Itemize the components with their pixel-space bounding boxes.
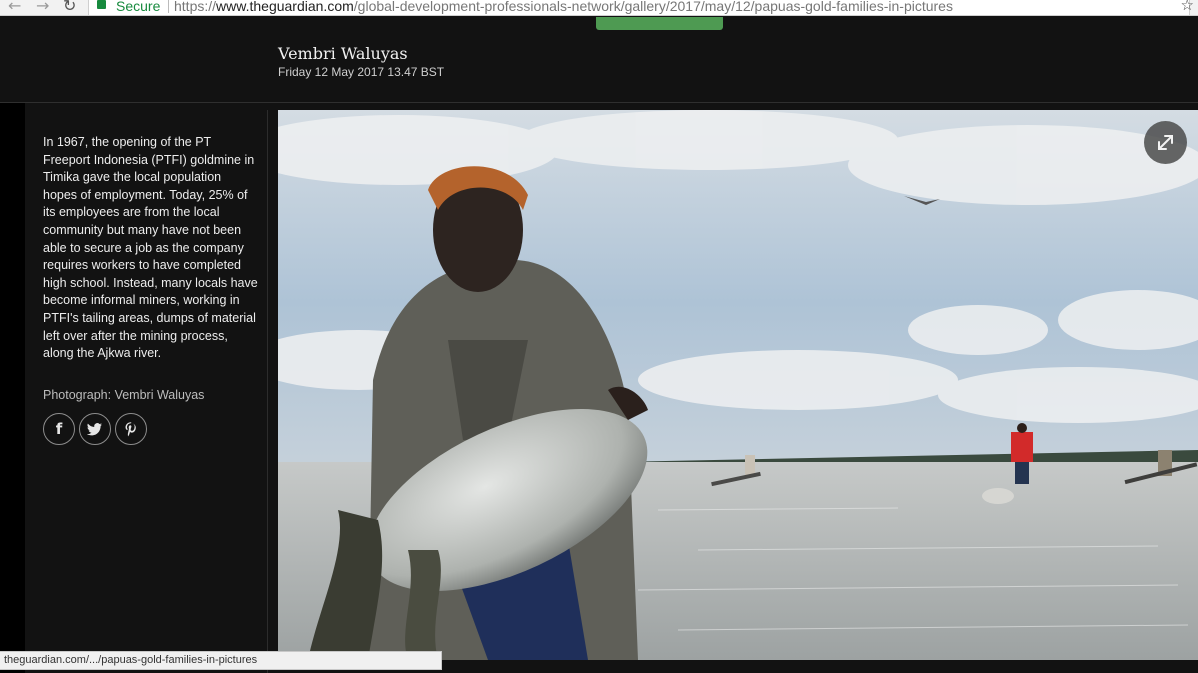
- expand-icon: [1158, 135, 1173, 150]
- expand-button[interactable]: [1144, 121, 1187, 164]
- secure-label: Secure: [116, 0, 161, 14]
- facebook-icon: f: [55, 420, 63, 438]
- omnibox-divider: [168, 0, 169, 13]
- share-facebook-button[interactable]: f: [43, 413, 75, 445]
- author-name: Vembri Waluyas: [278, 44, 408, 63]
- forward-icon[interactable]: →: [36, 0, 49, 15]
- publish-date: Friday 12 May 2017 13.47 BST: [278, 65, 445, 79]
- pinterest-icon: [125, 422, 136, 437]
- bookmark-star-icon[interactable]: ☆: [1181, 0, 1194, 14]
- photo-caption: In 1967, the opening of the PT Freeport …: [43, 135, 258, 361]
- gallery-photo[interactable]: [278, 110, 1198, 660]
- address-bar[interactable]: Secure https://www.theguardian.com/globa…: [88, 0, 1190, 15]
- url-scheme: https://: [174, 0, 217, 14]
- photo-illustration: [278, 110, 1198, 660]
- url-text[interactable]: https://www.theguardian.com/global-devel…: [174, 0, 953, 15]
- gallery-header: Vembri Waluyas Friday 12 May 2017 13.47 …: [0, 17, 1198, 103]
- photo-credit: Photograph: Vembri Waluyas: [43, 388, 205, 402]
- share-twitter-button[interactable]: [79, 413, 111, 445]
- back-icon[interactable]: ←: [8, 0, 21, 15]
- browser-toolbar: ← → ↻ Secure https://www.theguardian.com…: [0, 0, 1198, 16]
- url-domain: www.theguardian.com: [216, 0, 354, 14]
- left-gutter: [0, 103, 25, 673]
- reload-icon[interactable]: ↻: [63, 0, 76, 15]
- lock-icon: [97, 0, 106, 9]
- caption-panel: In 1967, the opening of the PT Freeport …: [25, 110, 268, 673]
- url-path: /global-development-professionals-networ…: [353, 0, 953, 14]
- header-accent-tab: [596, 17, 723, 30]
- status-bar-url: theguardian.com/.../papuas-gold-families…: [0, 651, 442, 670]
- share-pinterest-button[interactable]: [115, 413, 147, 445]
- twitter-icon: [86, 423, 102, 436]
